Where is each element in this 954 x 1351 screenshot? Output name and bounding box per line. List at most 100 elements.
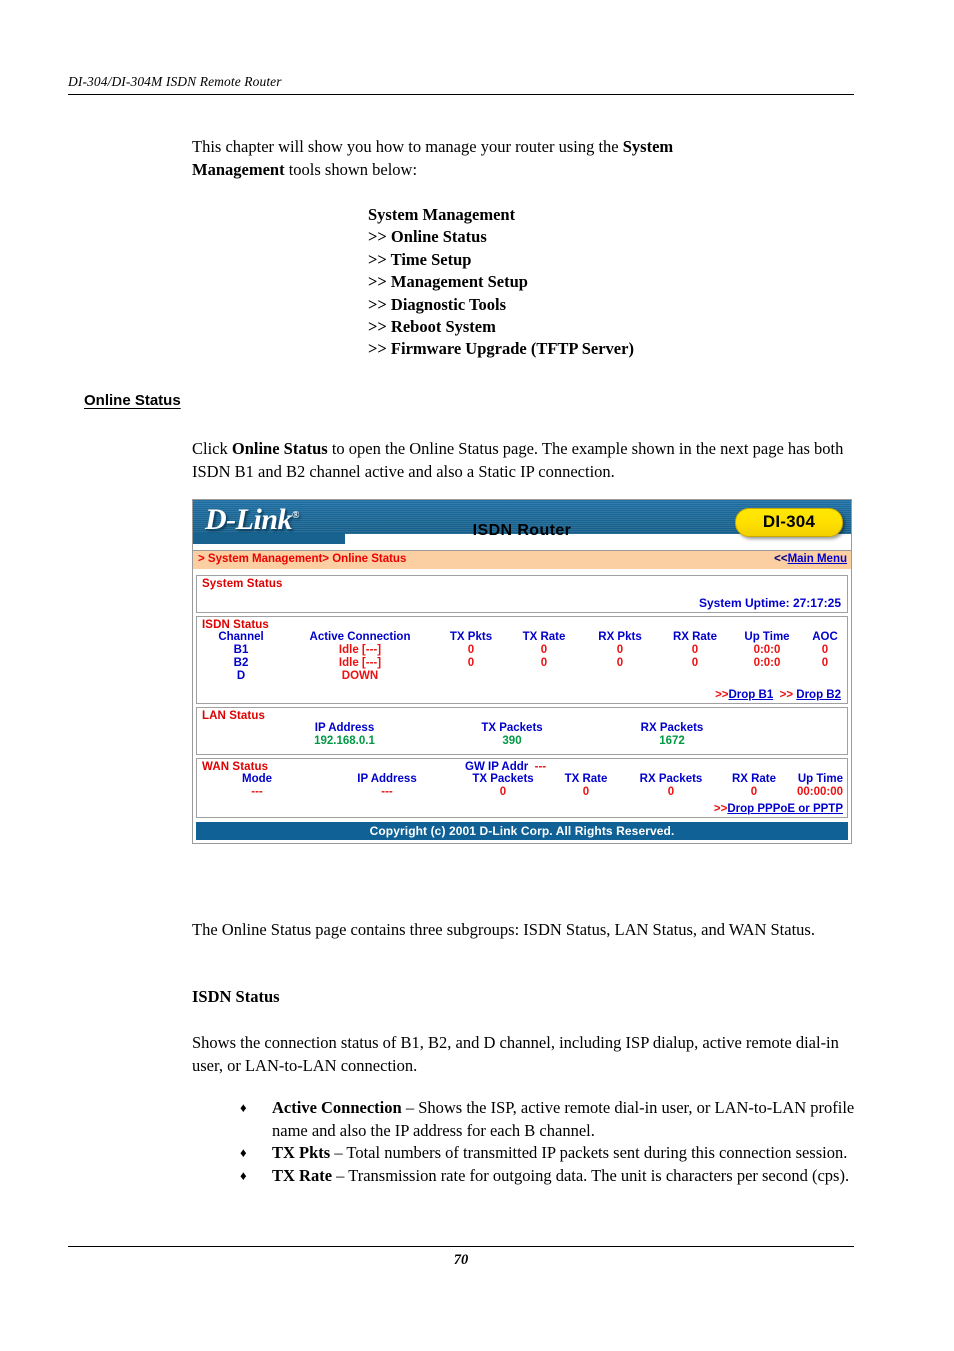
- isdn-header-rx-pkts: RX Pkts: [598, 631, 642, 643]
- wan-gw-value: ---: [534, 761, 547, 773]
- menu-item-diagnostic-tools: >> Diagnostic Tools: [368, 294, 507, 314]
- isdn-row0-tx-pkts: 0: [467, 644, 475, 656]
- system-uptime-value: System Uptime: 27:17:25: [698, 596, 841, 610]
- isdn-header-up-time: Up Time: [744, 631, 790, 643]
- main-menu-nav[interactable]: <<Main Menu: [774, 553, 847, 565]
- wan-header-ip-address: IP Address: [357, 773, 417, 785]
- bullet-1-desc: Total numbers of transmitted IP packets …: [346, 1143, 848, 1162]
- main-menu-link[interactable]: Main Menu: [788, 553, 847, 565]
- click-part-1: Click: [192, 439, 232, 458]
- table-row: --- --- 0 0 0 0 00:00:00: [197, 786, 847, 799]
- drop-pppoe-or-pptp-link[interactable]: Drop PPPoE or PPTP: [727, 803, 843, 815]
- system-status-panel: System Status System Uptime: 27:17:25: [196, 575, 848, 613]
- menu-item-time-setup: >> Time Setup: [368, 249, 472, 269]
- bullet-0-dash: –: [401, 1098, 419, 1117]
- isdn-status-panel: ISDN Status Channel Active Connection TX…: [196, 616, 848, 704]
- isdn-row2-channel: D: [236, 670, 246, 682]
- isdn-row2-rx-rate: [659, 670, 731, 683]
- breadcrumb: > System Management> Online Status: [198, 553, 407, 565]
- bullet-1-dash: –: [330, 1143, 347, 1162]
- wan-status-table: Mode IP Address TX Packets TX Rate RX Pa…: [197, 773, 847, 799]
- isdn-row2-up-time: [731, 670, 803, 683]
- wan-gateway-ip: GW IP Addr ---: [465, 761, 546, 774]
- isdn-row1-tx-pkts: 0: [467, 657, 475, 669]
- isdn-header-rx-rate: RX Rate: [672, 631, 718, 643]
- isdn-row0-rx-rate: 0: [691, 644, 699, 656]
- isdn-header-tx-pkts: TX Pkts: [449, 631, 493, 643]
- isdn-row2-aoc: [803, 670, 847, 683]
- isdn-row0-channel: B1: [233, 644, 249, 656]
- table-row: B1 Idle [---] 0 0 0 0 0:0:0 0: [197, 644, 847, 657]
- lan-header-trailing-spacer: [752, 722, 847, 735]
- isdn-row0-connection: Idle [---]: [338, 644, 382, 656]
- isdn-header-aoc: AOC: [812, 631, 838, 643]
- diamond-bullet-icon: ♦: [240, 1100, 247, 1115]
- isdn-row2-tx-pkts: [435, 670, 507, 683]
- menu-item-management-setup: >> Management Setup: [368, 272, 528, 292]
- wan-row-ip-address: ---: [381, 786, 393, 798]
- lan-header-row: IP Address TX Packets RX Packets: [197, 722, 847, 735]
- wan-gw-label: GW IP Addr: [465, 761, 529, 773]
- wan-header-mode: Mode: [241, 773, 273, 785]
- lan-header-rx-packets: RX Packets: [640, 722, 704, 734]
- lan-status-title: LAN Status: [202, 710, 265, 722]
- running-header-text: DI-304/DI-304M ISDN Remote Router: [68, 74, 282, 89]
- intro-part-2: tools shown below:: [284, 159, 418, 179]
- isdn-row1-channel: B2: [233, 657, 249, 669]
- isdn-row2-tx-rate: [507, 670, 581, 683]
- back-arrows-icon: <<: [774, 553, 788, 565]
- bullet-0-term: Active Connection: [272, 1098, 402, 1117]
- drop-b2-link[interactable]: Drop B2: [796, 689, 841, 701]
- isdn-row1-aoc: 0: [821, 657, 829, 669]
- wan-header-row: Mode IP Address TX Packets TX Rate RX Pa…: [197, 773, 847, 786]
- list-item: ♦ TX Pkts – Total numbers of transmitted …: [238, 1142, 858, 1165]
- wan-header-rx-rate: RX Rate: [731, 773, 777, 785]
- isdn-row1-connection: Idle [---]: [338, 657, 382, 669]
- page-running-header: DI-304/DI-304M ISDN Remote Router: [68, 74, 854, 95]
- isdn-row1-tx-rate: 0: [540, 657, 548, 669]
- table-row: D DOWN: [197, 670, 847, 683]
- bullet-2-term: TX Rate: [272, 1165, 333, 1185]
- table-row: B2 Idle [---] 0 0 0 0 0:0:0 0: [197, 657, 847, 670]
- lan-row-ip-address: 192.168.0.1: [314, 735, 375, 747]
- lan-header-spacer: [197, 722, 257, 735]
- lan-status-table: IP Address TX Packets RX Packets 192.168…: [197, 722, 847, 748]
- wan-row-mode: ---: [251, 786, 263, 798]
- breadcrumb-bar: > System Management> Online Status <<Mai…: [193, 550, 851, 570]
- footer-rule: [68, 1246, 854, 1247]
- drop-b1-link[interactable]: Drop B1: [729, 689, 774, 701]
- lan-status-panel: LAN Status IP Address TX Packets RX Pack…: [196, 707, 848, 755]
- wan-row-up-time: 00:00:00: [796, 786, 843, 798]
- shows-connection-paragraph: Shows the connection status of B1, B2, a…: [192, 1033, 839, 1075]
- table-row: 192.168.0.1 390 1672: [197, 735, 847, 748]
- header-rule: [68, 94, 854, 95]
- page-number: 70: [453, 1252, 469, 1268]
- wan-header-tx-rate: TX Rate: [564, 773, 608, 785]
- isdn-row1-rx-rate: 0: [691, 657, 699, 669]
- isdn-row2-rx-pkts: [581, 670, 659, 683]
- bullet-2-desc: Transmission rate for outgoing data. The…: [348, 1165, 850, 1185]
- diamond-bullet-icon: ♦: [240, 1145, 247, 1160]
- menu-title: System Management: [368, 205, 516, 224]
- list-item: ♦ Active Connection – Shows the ISP, acti…: [238, 1097, 858, 1142]
- menu-item-reboot-system: >> Reboot System: [368, 317, 496, 337]
- click-online-status-paragraph: Click Online Status to open the Online S…: [192, 438, 852, 483]
- intro-paragraph: This chapter will show you how to manage…: [192, 136, 760, 181]
- registered-trademark-icon: ®: [292, 510, 299, 521]
- wan-header-tx-packets: TX Packets: [472, 773, 534, 785]
- wan-drop-link-row: >>Drop PPPoE or PPTP: [197, 799, 847, 817]
- model-badge: DI-304: [735, 508, 843, 537]
- system-management-menu: System Management >> Online Status >> Ti…: [368, 204, 634, 361]
- isdn-row0-rx-pkts: 0: [616, 644, 624, 656]
- diamond-bullet-icon: ♦: [240, 1167, 247, 1183]
- isdn-header-channel: Channel: [218, 631, 264, 643]
- bullet-2-dash: –: [332, 1165, 349, 1185]
- click-emphasis: Online Status: [231, 439, 328, 458]
- lan-row-rx-packets: 1672: [659, 735, 685, 747]
- section-heading-online-status: Online Status: [84, 392, 181, 409]
- isdn-row0-aoc: 0: [821, 644, 829, 656]
- menu-item-online-status: >> Online Status: [368, 227, 487, 247]
- intro-part-1: This chapter will show you how to manage…: [192, 137, 623, 156]
- lan-row-trailing-spacer: [752, 735, 847, 748]
- system-status-title: System Status: [202, 578, 283, 590]
